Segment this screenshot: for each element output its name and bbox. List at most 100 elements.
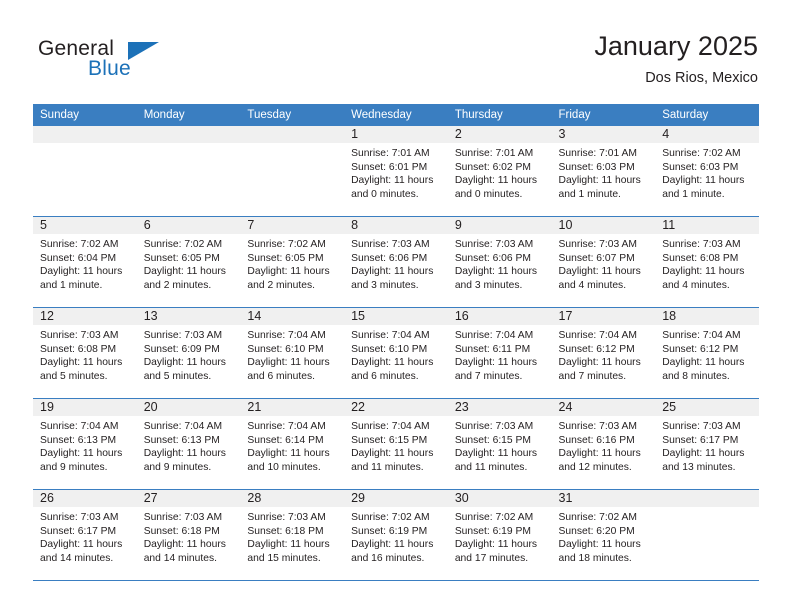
weekday-header-saturday: Saturday — [655, 104, 759, 126]
daylight-text: Daylight: 11 hours and 1 minute. — [40, 266, 123, 291]
calendar-day-cell[interactable]: 13 Sunrise: 7:03 AM Sunset: 6:09 PM Dayligh… — [136, 307, 241, 399]
day-number: 25 — [655, 399, 759, 416]
calendar-day-cell[interactable]: 25 Sunrise: 7:03 AM Sunset: 6:17 PM Dayligh… — [655, 398, 759, 490]
sunset-text: Sunset: 6:12 PM — [662, 343, 739, 355]
day-number: 21 — [240, 399, 345, 416]
sunrise-text: Sunrise: 7:04 AM — [351, 330, 430, 341]
calendar-table: Sunday Monday Tuesday Wednesday Thursday… — [33, 104, 759, 581]
calendar-day-cell[interactable]: 21 Sunrise: 7:04 AM Sunset: 6:14 PM Dayligh… — [240, 398, 345, 490]
calendar-day-cell[interactable]: 22 Sunrise: 7:04 AM Sunset: 6:15 PM Dayligh… — [344, 398, 448, 490]
sunrise-text: Sunrise: 7:03 AM — [454, 239, 534, 250]
daylight-text: Daylight: 11 hours and 5 minutes. — [40, 357, 123, 382]
page-title: January 2025 — [594, 31, 758, 61]
sunset-text: Sunset: 6:17 PM — [662, 434, 739, 446]
sunset-text: Sunset: 6:08 PM — [40, 343, 117, 355]
calendar-day-cell[interactable]: 30 Sunrise: 7:02 AM Sunset: 6:19 PM Dayligh… — [447, 489, 552, 581]
day-details: Sunrise: 7:02 AM Sunset: 6:03 PM Daylight:… — [655, 143, 759, 201]
calendar-day-cell[interactable]: 11 Sunrise: 7:03 AM Sunset: 6:08 PM Dayligh… — [655, 216, 759, 308]
weekday-header-tuesday: Tuesday — [240, 104, 345, 126]
day-number: 7 — [240, 217, 345, 234]
calendar-day-cell[interactable]: 27 Sunrise: 7:03 AM Sunset: 6:18 PM Dayligh… — [136, 489, 241, 581]
calendar-day-cell[interactable]: 15 Sunrise: 7:04 AM Sunset: 6:10 PM Dayligh… — [344, 307, 448, 399]
day-number: 27 — [136, 490, 241, 507]
calendar-day-cell[interactable]: 12 Sunrise: 7:03 AM Sunset: 6:08 PM Dayligh… — [33, 307, 137, 399]
calendar-day-cell[interactable]: 20 Sunrise: 7:04 AM Sunset: 6:13 PM Dayligh… — [136, 398, 241, 490]
day-number: 22 — [344, 399, 448, 416]
weekday-header-wednesday: Wednesday — [344, 104, 448, 126]
calendar-day-cell[interactable]: 2 Sunrise: 7:01 AM Sunset: 6:02 PM Daylight… — [447, 126, 552, 217]
calendar-day-cell[interactable]: 5 Sunrise: 7:02 AM Sunset: 6:04 PM Daylight… — [33, 216, 137, 308]
sunset-text: Sunset: 6:06 PM — [454, 252, 531, 264]
daylight-text: Daylight: 11 hours and 10 minutes. — [247, 448, 330, 473]
calendar-page: General Blue January 2025 Dos Rios, Mexi… — [0, 0, 792, 612]
day-details: Sunrise: 7:01 AM Sunset: 6:03 PM Daylight:… — [552, 143, 656, 201]
day-number — [240, 126, 345, 143]
sunset-text: Sunset: 6:08 PM — [662, 252, 739, 264]
general-blue-logo[interactable]: General Blue — [38, 38, 268, 86]
day-details: Sunrise: 7:02 AM Sunset: 6:05 PM Daylight:… — [137, 234, 241, 292]
sunset-text: Sunset: 6:17 PM — [40, 525, 117, 537]
day-number: 30 — [447, 490, 552, 507]
calendar-day-cell[interactable]: 23 Sunrise: 7:03 AM Sunset: 6:15 PM Dayligh… — [447, 398, 552, 490]
day-number: 15 — [344, 308, 448, 325]
calendar-day-cell[interactable]: 26 Sunrise: 7:03 AM Sunset: 6:17 PM Dayligh… — [33, 489, 137, 581]
calendar-day-cell[interactable]: 16 Sunrise: 7:04 AM Sunset: 6:11 PM Dayligh… — [447, 307, 552, 399]
calendar-day-cell[interactable]: 28 Sunrise: 7:03 AM Sunset: 6:18 PM Dayligh… — [240, 489, 345, 581]
daylight-text: Daylight: 11 hours and 3 minutes. — [454, 266, 538, 291]
calendar-day-cell[interactable]: 29 Sunrise: 7:02 AM Sunset: 6:19 PM Dayligh… — [344, 489, 448, 581]
calendar-day-cell[interactable]: 9 Sunrise: 7:03 AM Sunset: 6:06 PM Daylight… — [447, 216, 552, 308]
sunrise-text: Sunrise: 7:04 AM — [40, 421, 119, 432]
daylight-text: Daylight: 11 hours and 18 minutes. — [558, 539, 641, 564]
sunrise-text: Sunrise: 7:02 AM — [558, 512, 637, 523]
day-details: Sunrise: 7:04 AM Sunset: 6:10 PM Daylight:… — [240, 325, 344, 383]
daylight-text: Daylight: 11 hours and 4 minutes. — [558, 266, 641, 291]
sunrise-text: Sunrise: 7:04 AM — [558, 330, 637, 341]
daylight-text: Daylight: 11 hours and 6 minutes. — [247, 357, 330, 382]
sunset-text: Sunset: 6:03 PM — [558, 161, 635, 173]
sunset-text: Sunset: 6:09 PM — [143, 343, 220, 355]
day-number: 24 — [551, 399, 656, 416]
sunset-text: Sunset: 6:15 PM — [454, 434, 531, 446]
day-number: 8 — [344, 217, 448, 234]
day-number: 9 — [447, 217, 552, 234]
daylight-text: Daylight: 11 hours and 2 minutes. — [247, 266, 330, 291]
calendar-day-cell[interactable]: 4 Sunrise: 7:02 AM Sunset: 6:03 PM Daylight… — [655, 126, 759, 217]
day-number: 2 — [447, 126, 552, 143]
calendar-day-cell[interactable]: 3 Sunrise: 7:01 AM Sunset: 6:03 PM Daylight… — [551, 126, 656, 217]
daylight-text: Daylight: 11 hours and 17 minutes. — [454, 539, 538, 564]
calendar-week-row: 1 Sunrise: 7:01 AM Sunset: 6:01 PM Daylight… — [33, 126, 759, 217]
day-details: Sunrise: 7:02 AM Sunset: 6:20 PM Daylight:… — [552, 507, 656, 565]
calendar-day-cell[interactable]: 18 Sunrise: 7:04 AM Sunset: 6:12 PM Dayligh… — [655, 307, 759, 399]
sunset-text: Sunset: 6:18 PM — [143, 525, 220, 537]
sunset-text: Sunset: 6:05 PM — [247, 252, 324, 264]
calendar-week-row: 12 Sunrise: 7:03 AM Sunset: 6:08 PM Dayligh… — [33, 307, 759, 399]
day-number: 13 — [136, 308, 241, 325]
daylight-text: Daylight: 11 hours and 15 minutes. — [247, 539, 330, 564]
day-details: Sunrise: 7:04 AM Sunset: 6:13 PM Daylight:… — [33, 416, 137, 474]
day-details: Sunrise: 7:04 AM Sunset: 6:15 PM Daylight:… — [344, 416, 448, 474]
day-number: 4 — [655, 126, 759, 143]
sunrise-text: Sunrise: 7:01 AM — [351, 148, 430, 159]
sunrise-text: Sunrise: 7:02 AM — [351, 512, 430, 523]
day-number — [655, 490, 759, 507]
day-number: 14 — [240, 308, 345, 325]
weekday-header-sunday: Sunday — [33, 104, 137, 126]
calendar-day-cell[interactable]: 24 Sunrise: 7:03 AM Sunset: 6:16 PM Dayligh… — [551, 398, 656, 490]
page-header: General Blue January 2025 Dos Rios, Mexi… — [0, 0, 792, 100]
calendar-day-cell[interactable]: 10 Sunrise: 7:03 AM Sunset: 6:07 PM Dayligh… — [551, 216, 656, 308]
calendar-day-cell[interactable]: 7 Sunrise: 7:02 AM Sunset: 6:05 PM Daylight… — [240, 216, 345, 308]
daylight-text: Daylight: 11 hours and 6 minutes. — [351, 357, 434, 382]
calendar-day-cell[interactable]: 19 Sunrise: 7:04 AM Sunset: 6:13 PM Dayligh… — [33, 398, 137, 490]
sunset-text: Sunset: 6:02 PM — [454, 161, 531, 173]
calendar-day-cell[interactable]: 6 Sunrise: 7:02 AM Sunset: 6:05 PM Daylight… — [136, 216, 241, 308]
calendar-day-cell[interactable]: 14 Sunrise: 7:04 AM Sunset: 6:10 PM Dayligh… — [240, 307, 345, 399]
page-subtitle: Dos Rios, Mexico — [645, 70, 758, 86]
calendar-day-cell[interactable]: 31 Sunrise: 7:02 AM Sunset: 6:20 PM Dayligh… — [551, 489, 656, 581]
day-details: Sunrise: 7:03 AM Sunset: 6:17 PM Daylight:… — [655, 416, 759, 474]
daylight-text: Daylight: 11 hours and 16 minutes. — [351, 539, 434, 564]
calendar-day-cell[interactable]: 8 Sunrise: 7:03 AM Sunset: 6:06 PM Daylight… — [344, 216, 448, 308]
day-details: Sunrise: 7:01 AM Sunset: 6:01 PM Daylight:… — [344, 143, 448, 201]
calendar-day-cell[interactable]: 1 Sunrise: 7:01 AM Sunset: 6:01 PM Daylight… — [344, 126, 448, 217]
calendar-header-row: Sunday Monday Tuesday Wednesday Thursday… — [33, 104, 759, 126]
calendar-day-cell[interactable]: 17 Sunrise: 7:04 AM Sunset: 6:12 PM Dayligh… — [551, 307, 656, 399]
